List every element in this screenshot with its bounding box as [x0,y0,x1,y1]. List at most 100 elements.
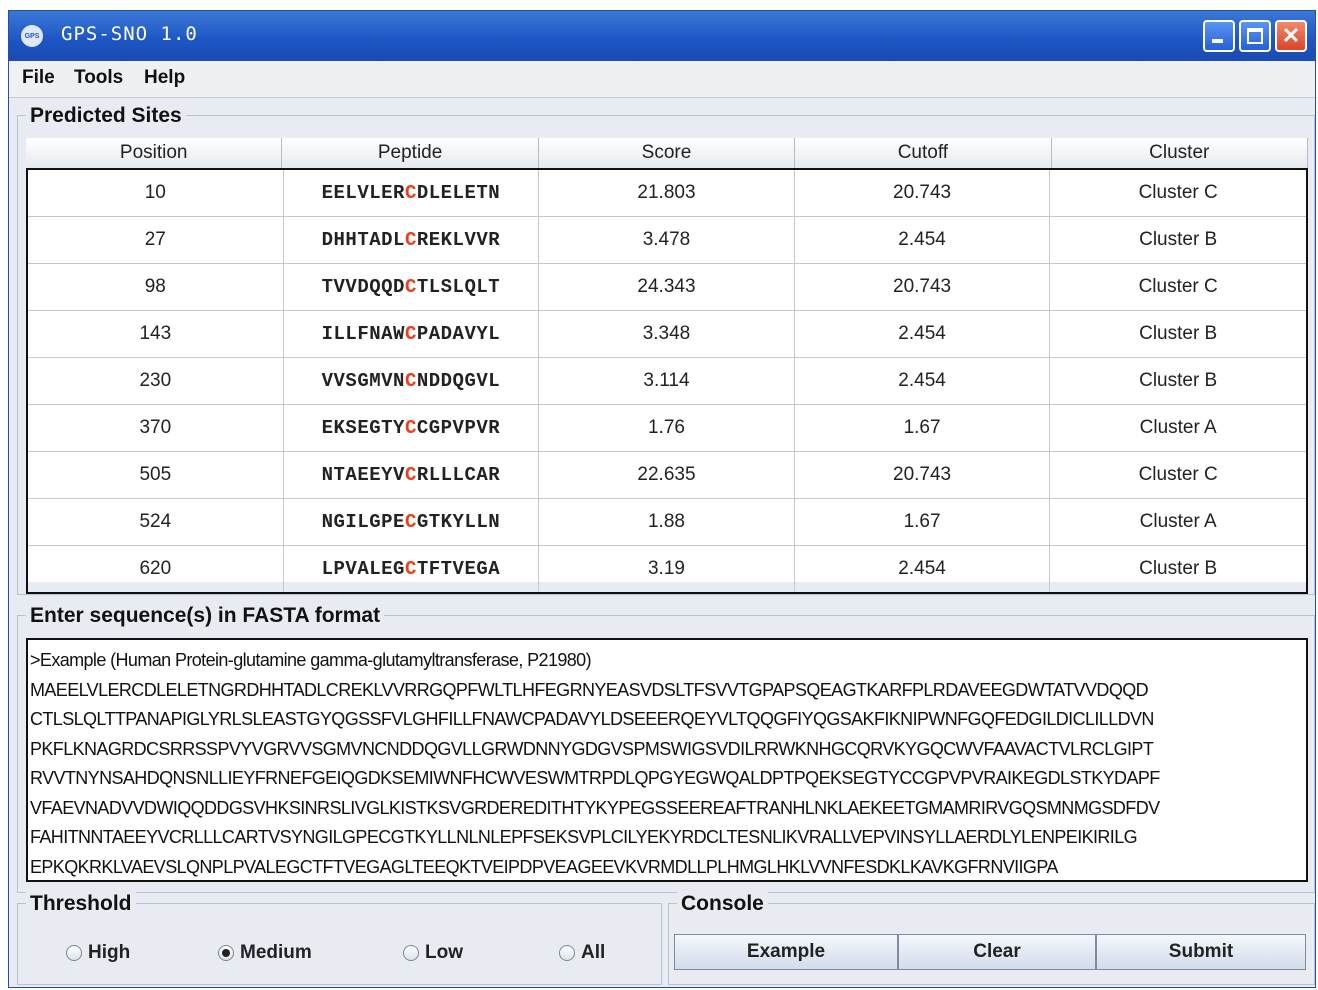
peptide-suffix: GTKYLLN [416,511,501,533]
peptide-prefix: LPVALEG [321,558,405,580]
peptide-suffix: CGPVPVR [416,417,501,439]
cell-cluster: Cluster C [1138,276,1218,297]
cell-score: 3.478 [539,217,795,263]
peptide-prefix: EKSEGTY [321,417,405,439]
app-window: GPS GPS-SNO 1.0 ✕ File Tools Help Predic… [8,10,1316,988]
table-row[interactable]: 524 NGILGPECGTKYLLN 1.88 1.67 Cluster A [28,499,1306,546]
table-row[interactable]: 620 LPVALEGCTFTVEGA 3.19 2.454 Cluster B [28,546,1306,592]
cell-cutoff: 2.454 [795,358,1051,404]
sequence-line: MAEELVLERCDLELETNGRDHHTADLCREKLVVRRGQPFW… [30,679,1149,700]
cell-cutoff: 20.743 [795,452,1051,498]
peptide-prefix: ILLFNAW [321,323,405,345]
table-row[interactable]: 230 VVSGMVNCNDDQGVL 3.114 2.454 Cluster B [28,358,1306,405]
peptide-suffix: RLLLCAR [416,464,501,486]
maximize-icon [1247,28,1263,44]
cell-position: 27 [28,217,284,263]
cell-cluster: Cluster B [1139,229,1218,250]
window-title: GPS-SNO 1.0 [61,23,198,45]
menu-help[interactable]: Help [144,67,185,89]
column-header-position[interactable]: Position [26,138,283,168]
cell-cutoff: 20.743 [795,264,1051,310]
peptide-suffix: PADAVYL [416,323,501,345]
table-row[interactable]: 505 NTAEEYVCRLLLCAR 22.635 20.743 Cluster C [28,452,1306,499]
threshold-low-option[interactable]: Low [403,942,463,964]
threshold-low-label: Low [425,942,463,963]
column-header-score[interactable]: Score [539,138,796,168]
submit-button[interactable]: Submit [1096,934,1306,970]
table-row[interactable]: 98 TVVDQQDCTLSLQLT 24.343 20.743 Cluster C [28,264,1306,311]
cell-position: 620 [28,546,284,592]
cell-cluster: Cluster B [1139,558,1218,579]
cell-cutoff: 20.743 [795,170,1051,216]
minimize-button[interactable] [1203,20,1235,52]
cell-cluster: Cluster B [1139,323,1218,344]
cell-peptide: NGILGPECGTKYLLN [284,499,540,545]
peptide-suffix: TFTVEGA [416,558,501,580]
peptide-site-residue: C [404,182,417,204]
cell-peptide: ILLFNAWCPADAVYL [284,311,540,357]
clear-button[interactable]: Clear [898,934,1096,970]
radio-high-icon [66,945,82,961]
radio-medium-icon [218,945,234,961]
close-button[interactable]: ✕ [1275,20,1307,52]
cell-peptide: DHHTADLCREKLVVR [284,217,540,263]
peptide-site-residue: C [404,276,417,298]
peptide-prefix: NGILGPE [321,511,405,533]
peptide-site-residue: C [404,370,417,392]
predicted-sites-table: Position Peptide Score Cutoff Cluster 10… [26,138,1308,594]
table-row[interactable]: 143 ILLFNAWCPADAVYL 3.348 2.454 Cluster B [28,311,1306,358]
cell-cluster: Cluster A [1139,511,1217,532]
predicted-sites-panel: Predicted Sites Position Peptide Score C… [17,104,1315,595]
threshold-high-option[interactable]: High [66,942,130,964]
cell-score: 3.348 [539,311,795,357]
cell-cluster: Cluster C [1138,182,1218,203]
sequence-line: FAHITNNTAEEYVCRLLLCARTVSYNGILGPECGTKYLLN… [30,827,1138,847]
peptide-site-residue: C [404,558,417,580]
cell-peptide: TVVDQQDCTLSLQLT [284,264,540,310]
example-button[interactable]: Example [674,934,898,970]
peptide-site-residue: C [404,229,417,251]
cell-position: 143 [28,311,284,357]
cell-score: 1.88 [539,499,795,545]
sequence-line: RVVTNYNSAHDQNSNLLIEYFRNEFGEIQGDKSEMIWNFH… [30,768,1160,788]
column-header-cutoff[interactable]: Cutoff [795,138,1052,168]
peptide-site-residue: C [404,417,417,439]
threshold-medium-option[interactable]: Medium [218,942,312,964]
cell-peptide: EELVLERCDLELETN [284,170,540,216]
cell-peptide: EKSEGTYCCGPVPVR [284,405,540,451]
column-header-peptide[interactable]: Peptide [282,138,539,168]
threshold-title: Threshold [26,892,136,916]
cell-position: 370 [28,405,284,451]
cell-cluster: Cluster A [1139,417,1217,438]
peptide-prefix: DHHTADL [321,229,405,251]
threshold-high-label: High [88,942,131,963]
fasta-title: Enter sequence(s) in FASTA format [26,604,385,628]
sequence-input[interactable]: >Example (Human Protein-glutamine gamma-… [26,638,1308,882]
sequence-line: >Example (Human Protein-glutamine gamma-… [30,650,592,670]
cell-position: 10 [28,170,284,216]
cell-score: 3.114 [539,358,795,404]
cell-cutoff: 2.454 [795,546,1051,592]
close-icon: ✕ [1281,23,1301,48]
sequence-line: VFAEVNADVVDWIQQDDGSVHKSINRSLIVGLKISTKSVG… [30,797,1160,818]
console-panel: Console Example Clear Submit [668,892,1315,985]
peptide-prefix: EELVLER [321,182,405,204]
app-logo-icon: GPS [21,25,43,47]
table-row[interactable]: 10 EELVLERCDLELETN 21.803 20.743 Cluster C [28,170,1306,217]
column-header-cluster[interactable]: Cluster [1052,138,1308,168]
threshold-all-option[interactable]: All [559,942,605,964]
table-row[interactable]: 370 EKSEGTYCCGPVPVR 1.76 1.67 Cluster A [28,405,1306,452]
peptide-site-residue: C [404,323,417,345]
menu-file[interactable]: File [22,67,55,89]
threshold-all-label: All [581,942,606,963]
sequence-line: EPKQKRKLVAEVSLQNPLPVALEGCTFTVEGAGLTEEQKT… [30,856,1058,877]
table-row[interactable]: 27 DHHTADLCREKLVVR 3.478 2.454 Cluster B [28,217,1306,264]
menu-tools[interactable]: Tools [74,67,123,89]
radio-low-icon [403,945,419,961]
title-bar[interactable]: GPS GPS-SNO 1.0 ✕ [9,11,1315,61]
table-header: Position Peptide Score Cutoff Cluster [26,138,1308,169]
maximize-button[interactable] [1239,20,1271,52]
cell-cutoff: 1.67 [795,499,1051,545]
peptide-site-residue: C [404,464,417,486]
threshold-medium-label: Medium [240,942,312,963]
